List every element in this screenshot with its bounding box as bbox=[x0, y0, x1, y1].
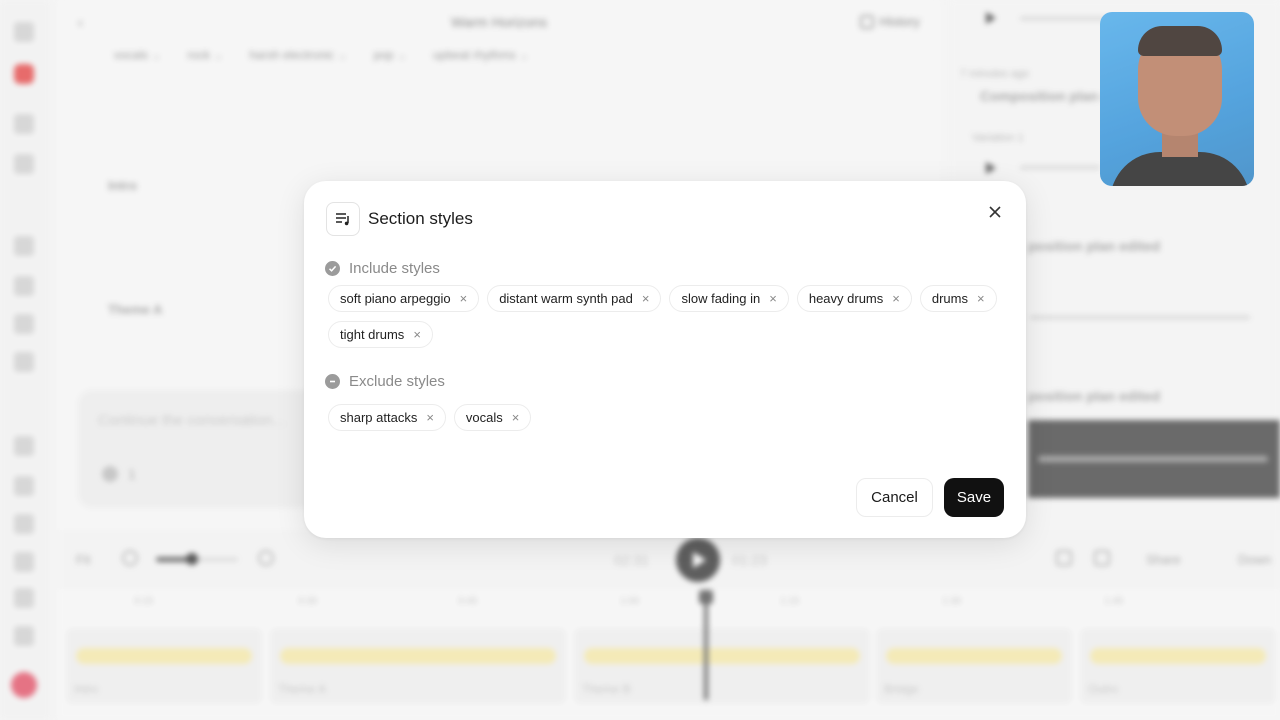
style-chip: drums × bbox=[919, 285, 997, 312]
style-list-icon bbox=[326, 202, 360, 236]
chip-remove-icon[interactable]: × bbox=[426, 411, 434, 424]
dialog-title: Section styles bbox=[368, 209, 473, 228]
chip-label: tight drums bbox=[340, 327, 405, 342]
include-styles-label: Include styles bbox=[349, 260, 440, 277]
section-styles-dialog: Section styles Include styles soft piano… bbox=[304, 181, 1026, 538]
chip-remove-icon[interactable]: × bbox=[512, 411, 520, 424]
exclude-chip-list: sharp attacks × vocals × bbox=[328, 404, 1008, 431]
chip-label: distant warm synth pad bbox=[499, 291, 633, 306]
close-button[interactable] bbox=[984, 201, 1006, 223]
style-chip: soft piano arpeggio × bbox=[328, 285, 480, 312]
chip-remove-icon[interactable]: × bbox=[460, 292, 468, 305]
style-chip: vocals × bbox=[453, 404, 532, 431]
style-chip: distant warm synth pad × bbox=[487, 285, 662, 312]
chip-label: vocals bbox=[465, 410, 503, 425]
chip-remove-icon[interactable]: × bbox=[892, 292, 900, 305]
style-chip: heavy drums × bbox=[796, 285, 912, 312]
chip-label: slow fading in bbox=[681, 291, 761, 306]
chip-label: sharp attacks bbox=[340, 410, 418, 425]
style-chip: tight drums × bbox=[328, 321, 433, 348]
include-styles-header: Include styles bbox=[325, 260, 440, 277]
chip-remove-icon[interactable]: × bbox=[769, 292, 777, 305]
chip-label: soft piano arpeggio bbox=[340, 291, 451, 306]
chip-remove-icon[interactable]: × bbox=[977, 292, 985, 305]
exclude-styles-label: Exclude styles bbox=[349, 373, 445, 390]
chip-label: heavy drums bbox=[808, 291, 884, 306]
style-chip: slow fading in × bbox=[669, 285, 789, 312]
style-chip: sharp attacks × bbox=[328, 404, 446, 431]
cancel-button[interactable]: Cancel bbox=[856, 478, 933, 517]
minus-circle-icon bbox=[325, 374, 340, 389]
chip-remove-icon[interactable]: × bbox=[642, 292, 650, 305]
check-circle-icon bbox=[325, 261, 340, 276]
chip-remove-icon[interactable]: × bbox=[413, 328, 421, 341]
chip-label: drums bbox=[931, 291, 968, 306]
exclude-styles-header: Exclude styles bbox=[325, 373, 445, 390]
include-chip-list: soft piano arpeggio × distant warm synth … bbox=[328, 285, 1008, 348]
save-button[interactable]: Save bbox=[944, 478, 1004, 517]
close-icon bbox=[989, 206, 1001, 218]
